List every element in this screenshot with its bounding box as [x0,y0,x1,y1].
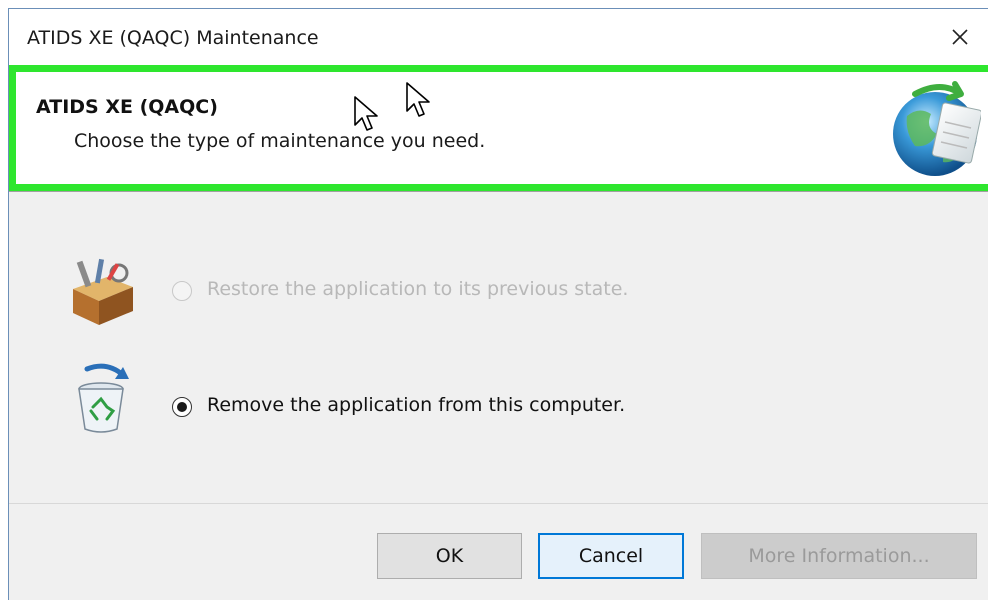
close-button[interactable] [937,15,983,59]
option-restore: Restore the application to its previous … [67,255,867,325]
maintenance-dialog: ATIDS XE (QAQC) Maintenance ATIDS XE (QA… [8,8,988,600]
header-divider [9,191,988,192]
recycle-bin-icon [78,363,129,433]
ok-button[interactable]: OK [377,533,522,579]
header-title: ATIDS XE (QAQC) [36,96,218,118]
header-subtitle: Choose the type of maintenance you need. [74,130,486,152]
restore-radio[interactable] [172,281,192,301]
window-title: ATIDS XE (QAQC) Maintenance [27,27,319,49]
remove-radio[interactable] [172,397,192,417]
close-icon [952,29,968,45]
cancel-button[interactable]: Cancel [538,533,684,579]
title-bar: ATIDS XE (QAQC) Maintenance [9,9,988,65]
remove-label: Remove the application from this compute… [207,394,626,416]
setup-globe-icon [893,81,981,176]
more-information-button[interactable]: More Information... [701,533,977,579]
toolbox-icon [73,258,133,325]
header-banner: ATIDS XE (QAQC) Choose the type of maint… [9,65,988,191]
restore-label: Restore the application to its previous … [207,278,629,300]
option-remove: Remove the application from this compute… [67,363,867,433]
footer-divider [9,503,988,504]
